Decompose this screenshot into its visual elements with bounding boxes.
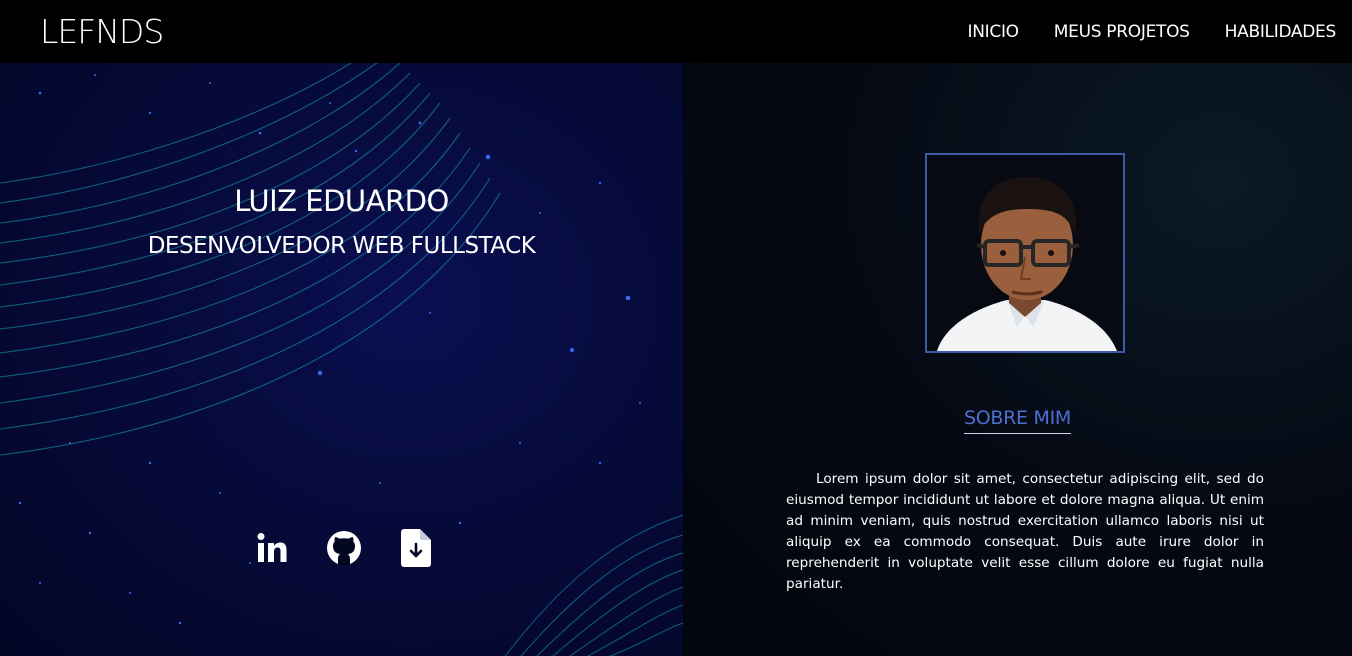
profile-photo	[925, 153, 1125, 353]
logo[interactable]: LEFNDS	[40, 15, 164, 48]
about-text: Lorem ipsum dolor sit amet, consectetur …	[786, 470, 1264, 592]
hero-name: LUIZ EDUARDO	[234, 184, 449, 218]
about-panel: SOBRE MIM Lorem ipsum dolor sit amet, co…	[683, 63, 1352, 656]
about-title: SOBRE MIM	[964, 407, 1071, 434]
linkedin-icon[interactable]	[252, 528, 292, 568]
nav-link-habilidades[interactable]: HABILIDADES	[1225, 22, 1337, 42]
hero-role: DESENVOLVEDOR WEB FULLSTACK	[147, 233, 536, 259]
top-nav: LEFNDS INICIO MEUS PROJETOS HABILIDADES	[0, 0, 1352, 63]
nav-link-inicio[interactable]: INICIO	[968, 22, 1020, 42]
social-links	[252, 528, 468, 568]
hero-panel: LUIZ EDUARDO DESENVOLVEDOR WEB FULLSTACK	[0, 63, 683, 656]
github-icon[interactable]	[324, 528, 364, 568]
main-nav: INICIO MEUS PROJETOS HABILIDADES	[933, 22, 1337, 42]
section-title: SOBRE MIM	[683, 407, 1352, 434]
nav-link-meus-projetos[interactable]: MEUS PROJETOS	[1054, 22, 1190, 42]
download-file-icon[interactable]	[396, 528, 436, 568]
